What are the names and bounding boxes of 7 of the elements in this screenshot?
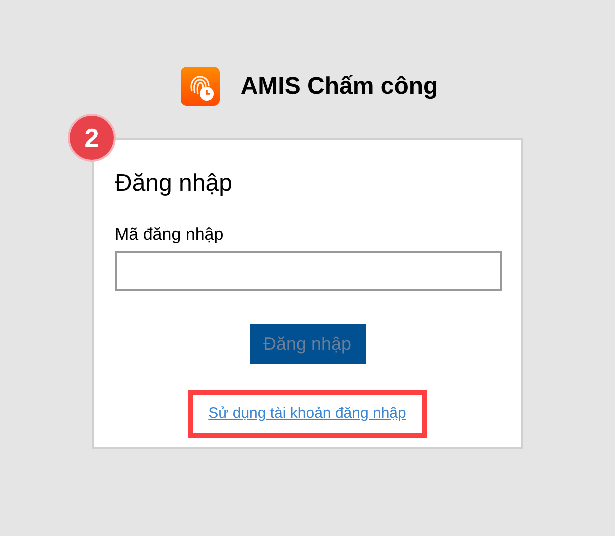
input-field[interactable] — [115, 251, 502, 291]
account-login-link[interactable]: Sử dụng tài khoản đăng nhập — [208, 405, 406, 422]
step-badge: 2 — [68, 114, 116, 162]
card-heading: Đăng nhập — [115, 169, 234, 199]
app-title: AMIS Chấm công — [240, 72, 438, 102]
app-logo-icon — [180, 67, 220, 106]
field-label: Mã đăng nhập — [115, 224, 225, 246]
